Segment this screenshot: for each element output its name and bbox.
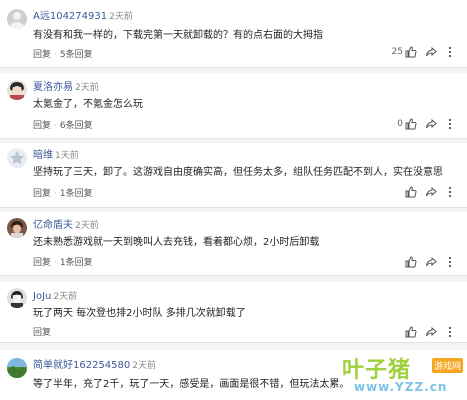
bw-avatar-icon [11, 291, 23, 308]
divider [0, 67, 467, 68]
divider [0, 138, 467, 139]
share-icon[interactable] [425, 256, 437, 268]
comment-username-row: 暗维 1天前 [33, 150, 79, 162]
thumbs-up-icon [405, 46, 417, 58]
avatar[interactable] [7, 80, 27, 100]
like-button[interactable] [405, 186, 417, 198]
reply-button[interactable]: 回复 [33, 258, 51, 268]
comment-controls [405, 256, 455, 268]
comment-controls [405, 326, 455, 338]
comment-text: 太氪金了，不氪金怎么玩 [33, 99, 143, 110]
landscape-avatar-icon [7, 358, 27, 378]
comment-item: A远104274931 2天前 有没有和我一样的，下载完第一天就卸载的？有的点右面… [0, 0, 467, 67]
thumbs-up-icon [405, 326, 417, 338]
watermark-url: www.YZZ.cn [354, 380, 448, 394]
watermark-tag: 游戏网 [432, 358, 464, 373]
like-button[interactable]: 0 [397, 118, 417, 130]
more-options-icon[interactable] [445, 118, 455, 130]
divider [0, 342, 467, 343]
comment-username-row: 简单就好162254580 2天前 [33, 360, 156, 372]
comment-item: 夏洛亦易 2天前 太氪金了，不氪金怎么玩 回复 · 6条回复 0 [0, 73, 467, 138]
view-replies-link[interactable]: 5条回复 [60, 50, 93, 60]
timestamp: 2天前 [132, 361, 156, 371]
comment-username-row: JoJu 2天前 [33, 291, 77, 303]
comment-text: 坚持玩了三天，卸了。这游戏自由度确实高，但任务太多，组队任务匹配不到人，实在没意… [33, 167, 443, 178]
comment-username-row: 夏洛亦易 2天前 [33, 82, 99, 94]
thumbs-up-icon [405, 256, 417, 268]
like-button[interactable]: 25 [392, 46, 417, 58]
action-separator: · [54, 258, 57, 268]
view-replies-link[interactable]: 6条回复 [60, 121, 93, 131]
username[interactable]: 暗维 [33, 150, 53, 161]
avatar[interactable] [7, 218, 27, 238]
like-button[interactable] [405, 326, 417, 338]
comment-actions: 回复 · 6条回复 [33, 120, 93, 132]
timestamp: 2天前 [109, 12, 133, 22]
view-replies-link[interactable]: 1条回复 [60, 189, 93, 199]
comment-actions: 回复 · 1条回复 [33, 257, 93, 269]
username[interactable]: JoJu [33, 291, 51, 302]
divider [0, 207, 467, 208]
action-separator: · [54, 189, 57, 199]
view-replies-link[interactable]: 1条回复 [60, 258, 93, 268]
timestamp: 1天前 [55, 151, 79, 161]
comment-controls: 0 [397, 118, 455, 130]
reply-button[interactable]: 回复 [33, 50, 51, 60]
more-options-icon[interactable] [445, 46, 455, 58]
action-separator: · [54, 121, 57, 131]
share-icon[interactable] [425, 46, 437, 58]
comment-item: 亿命盾夫 2天前 还未熟悉游戏就一天到晚叫人去充钱，看着都心烦，2小时后卸载 回复… [0, 212, 467, 275]
timestamp: 2天前 [75, 83, 99, 93]
timestamp: 2天前 [75, 221, 99, 231]
comment-controls: 25 [392, 46, 455, 58]
comment-username-row: A远104274931 2天前 [33, 11, 133, 23]
star-avatar-icon [9, 151, 25, 165]
timestamp: 2天前 [53, 292, 78, 302]
watermark: 叶子猪 游戏网 www.YZZ.cn [340, 352, 464, 398]
person-avatar-icon [11, 221, 23, 238]
more-options-icon[interactable] [445, 186, 455, 198]
comment-text: 等了半年，充了2千，玩了一天，感受是，画面是很不错，但玩法太累。 [33, 379, 343, 390]
comment-item: JoJu 2天前 玩了两天 每次登也排2小时队 多排几次就卸载了 回复 [0, 282, 467, 342]
action-separator: · [54, 50, 57, 60]
reply-button[interactable]: 回复 [33, 121, 51, 131]
like-button[interactable] [405, 256, 417, 268]
avatar[interactable] [7, 9, 27, 29]
character-avatar-icon [10, 82, 24, 100]
share-icon[interactable] [425, 118, 437, 130]
comment-actions: 回复 · 1条回复 [33, 188, 93, 200]
comment-username-row: 亿命盾夫 2天前 [33, 220, 99, 232]
thumbs-up-icon [405, 186, 417, 198]
comment-actions: 回复 [33, 327, 51, 339]
comment-actions: 回复 · 5条回复 [33, 49, 93, 61]
avatar[interactable] [7, 288, 27, 308]
divider [0, 275, 467, 276]
share-icon[interactable] [425, 186, 437, 198]
reply-button[interactable]: 回复 [33, 189, 51, 199]
comment-text: 玩了两天 每次登也排2小时队 多排几次就卸载了 [33, 308, 246, 319]
username[interactable]: 夏洛亦易 [33, 82, 73, 93]
comment-controls [405, 186, 455, 198]
thumbs-up-icon [405, 118, 417, 130]
username[interactable]: A远104274931 [33, 11, 107, 22]
like-count: 25 [391, 47, 403, 57]
more-options-icon[interactable] [445, 326, 455, 338]
avatar[interactable] [7, 358, 27, 378]
more-options-icon[interactable] [445, 256, 455, 268]
username[interactable]: 亿命盾夫 [33, 220, 73, 231]
comment-item: 暗维 1天前 坚持玩了三天，卸了。这游戏自由度确实高，但任务太多，组队任务匹配不到… [0, 143, 467, 207]
avatar[interactable] [7, 148, 27, 168]
user-avatar-icon [10, 12, 24, 29]
like-count: 0 [397, 119, 403, 129]
comment-text: 还未熟悉游戏就一天到晚叫人去充钱，看着都心烦，2小时后卸载 [33, 237, 320, 248]
comment-text: 有没有和我一样的，下载完第一天就卸载的？有的点右面的大拇指 [33, 30, 323, 41]
reply-button[interactable]: 回复 [33, 328, 51, 338]
share-icon[interactable] [425, 326, 437, 338]
username[interactable]: 简单就好162254580 [33, 360, 130, 371]
